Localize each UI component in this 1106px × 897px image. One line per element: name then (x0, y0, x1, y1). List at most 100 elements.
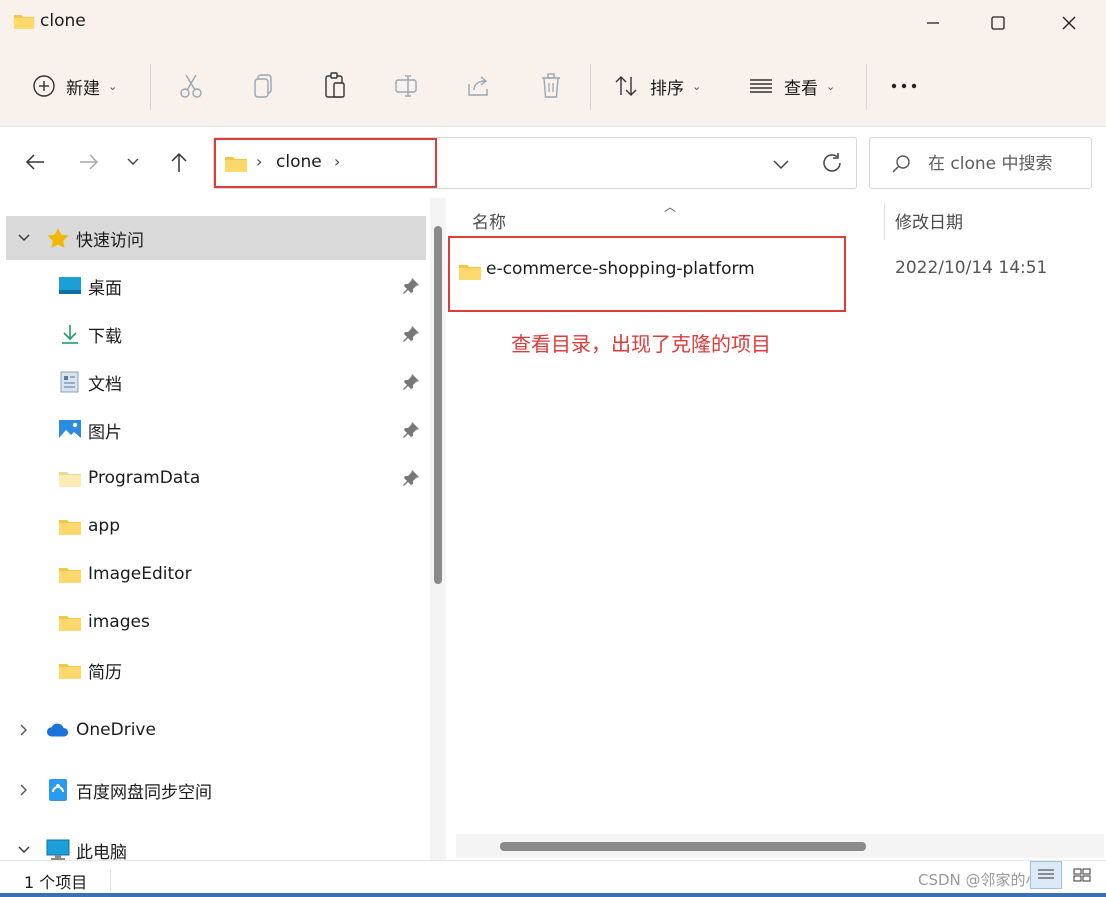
table-row[interactable]: e-commerce-shopping-platform (448, 236, 846, 312)
folder-icon (58, 467, 82, 489)
nav-item-programdata[interactable]: ProgramData (6, 456, 426, 500)
column-header-name[interactable]: 名称 (472, 208, 506, 233)
clipboard-icon (325, 72, 345, 98)
file-list: ︿ 名称 修改日期 e-commerce-shopping-platform 2… (446, 198, 1106, 860)
nav-label: 此电脑 (76, 842, 127, 861)
details-view-icon (1038, 869, 1054, 879)
sort-ascending-icon: ︿ (664, 200, 677, 214)
pictures-icon (58, 419, 82, 441)
nav-label: ProgramData (88, 468, 201, 488)
content-scrollbar-thumb[interactable] (500, 842, 866, 851)
nav-scrollbar-thumb[interactable] (434, 226, 442, 584)
recent-locations-button[interactable] (118, 147, 148, 177)
tiles-view-button[interactable] (1066, 861, 1098, 889)
up-button[interactable] (164, 147, 194, 177)
nav-item-desktop[interactable]: 桌面 (6, 264, 426, 308)
chevron-right-icon[interactable] (16, 722, 32, 738)
toolbar-divider (590, 64, 591, 110)
chevron-down-icon: ⌄ (826, 79, 836, 93)
back-button[interactable] (20, 147, 50, 177)
nav-label: 桌面 (88, 278, 122, 299)
nav-item-resume[interactable]: 简历 (6, 648, 426, 692)
nav-item-downloads[interactable]: 下载 (6, 312, 426, 356)
new-button[interactable]: 新建 ⌄ (32, 66, 117, 106)
rename-button[interactable] (392, 71, 422, 101)
chevron-down-icon[interactable] (16, 842, 32, 858)
chevron-down-icon: ⌄ (692, 79, 702, 93)
download-icon (58, 323, 82, 345)
address-row: › clone › (0, 126, 1106, 198)
pin-icon[interactable] (402, 373, 420, 391)
maximize-button[interactable] (972, 6, 1024, 40)
annotation-highlight-box (214, 138, 437, 188)
column-divider[interactable] (884, 202, 885, 240)
minimize-icon (927, 22, 939, 24)
file-date: 2022/10/14 14:51 (895, 258, 1048, 278)
nav-item-pictures[interactable]: 图片 (6, 408, 426, 452)
nav-item-images[interactable]: images (6, 600, 426, 644)
nav-label: 百度网盘同步空间 (76, 782, 212, 803)
search-box[interactable] (869, 137, 1092, 189)
nav-label: 下载 (88, 326, 122, 347)
sort-button[interactable]: 排序 ⌄ (614, 66, 701, 106)
rename-icon (395, 75, 417, 97)
navigation-pane: 快速访问 桌面 下载 文档 图片 ProgramData app ImageEd… (0, 198, 446, 860)
status-divider (110, 869, 111, 891)
baidu-netdisk-icon (46, 779, 70, 801)
chevron-down-icon[interactable] (769, 152, 793, 176)
toolbar-divider (150, 64, 151, 110)
view-label: 查看 (784, 78, 818, 99)
pin-icon[interactable] (402, 469, 420, 487)
folder-icon (58, 563, 82, 585)
share-button[interactable] (464, 71, 494, 101)
search-icon (892, 155, 910, 173)
copy-button[interactable] (248, 71, 278, 101)
toolbar-divider (866, 64, 867, 110)
nav-this-pc[interactable]: 此电脑 (6, 828, 426, 860)
scissors-icon (180, 74, 202, 98)
nav-item-app[interactable]: app (6, 504, 426, 548)
chevron-right-icon[interactable] (16, 782, 32, 798)
refresh-icon[interactable] (819, 150, 845, 176)
folder-icon (58, 611, 82, 633)
status-bar: 1 个项目 CSDN @邻家的小猫 (0, 860, 1106, 897)
search-input[interactable] (928, 152, 1088, 176)
nav-item-imageeditor[interactable]: ImageEditor (6, 552, 426, 596)
delete-button[interactable] (536, 71, 566, 101)
close-button[interactable] (1043, 6, 1095, 40)
nav-quick-access[interactable]: 快速访问 (6, 216, 426, 260)
folder-icon (13, 15, 35, 29)
forward-button[interactable] (74, 147, 104, 177)
column-header-date[interactable]: 修改日期 (895, 208, 963, 233)
pin-icon[interactable] (402, 277, 420, 295)
arrow-left-icon (25, 154, 44, 170)
chevron-down-icon[interactable] (16, 230, 32, 246)
folder-icon (58, 515, 82, 537)
folder-icon (58, 659, 82, 681)
cut-button[interactable] (176, 71, 206, 101)
minimize-button[interactable] (907, 6, 959, 40)
star-icon (46, 227, 70, 249)
view-button[interactable]: 查看 ⌄ (748, 66, 835, 106)
pin-icon[interactable] (402, 325, 420, 343)
pin-icon[interactable] (402, 421, 420, 439)
nav-label: OneDrive (76, 720, 156, 740)
close-icon (1062, 16, 1076, 30)
arrow-up-icon (171, 152, 187, 172)
nav-baidu-sync[interactable]: 百度网盘同步空间 (6, 768, 426, 812)
nav-label: 图片 (88, 422, 122, 443)
item-count: 1 个项目 (24, 873, 88, 892)
nav-onedrive[interactable]: OneDrive (6, 708, 426, 752)
window-bottom-border (0, 893, 1106, 897)
nav-item-documents[interactable]: 文档 (6, 360, 426, 404)
paste-button[interactable] (320, 71, 350, 101)
details-view-button[interactable] (1030, 861, 1062, 889)
document-icon (58, 371, 82, 393)
more-icon (891, 83, 917, 89)
more-options-button[interactable] (889, 71, 919, 101)
nav-label: 简历 (88, 662, 122, 683)
file-name[interactable]: e-commerce-shopping-platform (486, 259, 755, 279)
sort-icon (615, 76, 637, 96)
nav-label: 快速访问 (76, 230, 144, 251)
address-bar[interactable]: › clone › (213, 137, 857, 189)
